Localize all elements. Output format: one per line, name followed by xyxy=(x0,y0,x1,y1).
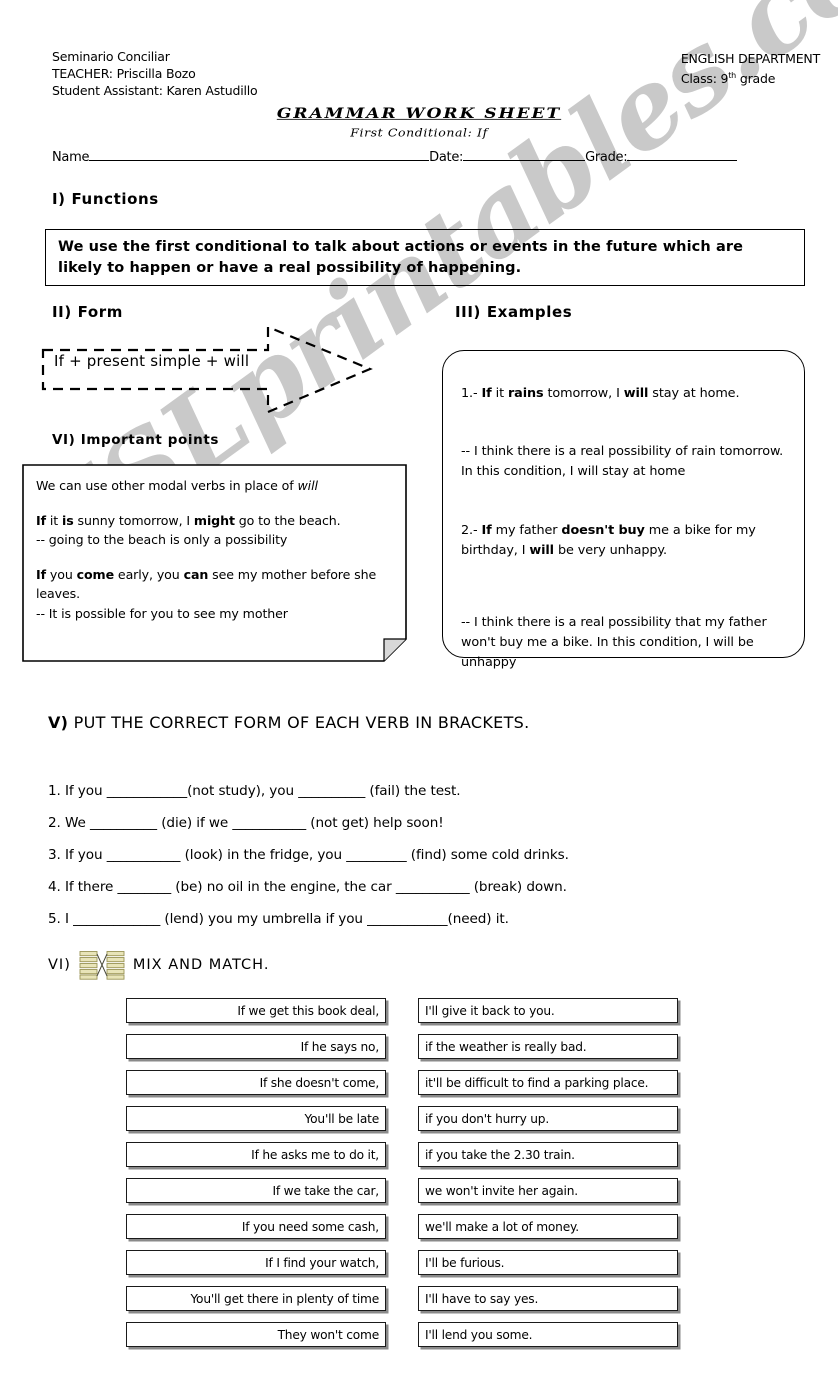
modal-example-2-note: -- It is possible for you to see my moth… xyxy=(36,605,288,621)
modal-example-2: If you come early, you can see my mother… xyxy=(36,566,377,602)
functions-heading: I) Functions xyxy=(52,190,159,208)
date-input-line[interactable] xyxy=(463,150,586,161)
page-title: GRAMMAR WORK SHEET xyxy=(276,105,562,123)
match-right-item[interactable]: it'll be difficult to find a parking pla… xyxy=(418,1070,678,1095)
exercise-item[interactable]: 2. We __________ (die) if we ___________… xyxy=(48,807,748,839)
form-formula-text: If + present simple + will xyxy=(54,352,250,370)
form-heading: II) Form xyxy=(52,303,124,321)
school-name: Seminario Conciliar xyxy=(52,49,170,64)
match-left-item[interactable]: If he asks me to do it, xyxy=(126,1142,386,1167)
example-1: 1.- If it rains tomorrow, I will stay at… xyxy=(461,385,740,401)
form-arrow-shape: If + present simple + will xyxy=(40,322,380,417)
match-left-item[interactable]: If we take the car, xyxy=(126,1178,386,1203)
class-label: Class: 9th grade xyxy=(680,71,776,87)
name-input-line[interactable] xyxy=(89,150,430,161)
match-right-item[interactable]: I'll give it back to you. xyxy=(418,998,678,1023)
mixmatch-heading-number: VI) xyxy=(48,957,71,973)
match-right-item[interactable]: if the weather is really bad. xyxy=(418,1034,678,1059)
match-left-item[interactable]: If he says no, xyxy=(126,1034,386,1059)
mixmatch-heading: VI) MIX AND MATCH. xyxy=(48,950,269,980)
match-right-item[interactable]: we'll make a lot of money. xyxy=(418,1214,678,1239)
match-left-item[interactable]: If I find your watch, xyxy=(126,1250,386,1275)
example-2: 2.- If my father doesn't buy me a bike f… xyxy=(461,522,756,558)
match-right-item[interactable]: I'll be furious. xyxy=(418,1250,678,1275)
match-right-item[interactable]: if you don't hurry up. xyxy=(418,1106,678,1131)
student-info-row: Name Date: Grade: xyxy=(52,150,798,165)
class-ordinal-suffix: th xyxy=(728,71,737,80)
exercise-heading: V) PUT THE CORRECT FORM OF EACH VERB IN … xyxy=(48,713,530,732)
exercise-item[interactable]: 3. If you ___________ (look) in the frid… xyxy=(48,839,748,871)
exercise-item[interactable]: 1. If you ____________(not study), you _… xyxy=(48,775,748,807)
exercise-item[interactable]: 4. If there ________ (be) no oil in the … xyxy=(48,871,748,903)
modal-example-1-note: -- going to the beach is only a possibil… xyxy=(36,532,288,547)
match-right-item[interactable]: we won't invite her again. xyxy=(418,1178,678,1203)
modal-example-1: If it is sunny tomorrow, I might go to t… xyxy=(36,512,341,528)
match-left-item[interactable]: You'll be late xyxy=(126,1106,386,1131)
functions-text: We use the first conditional to talk abo… xyxy=(58,239,744,276)
example-1-note: -- I think there is a real possibility o… xyxy=(461,444,784,480)
match-left-column: If we get this book deal, If he says no,… xyxy=(126,998,386,1358)
exercise-item[interactable]: 5. I _____________ (lend) you my umbrell… xyxy=(48,903,748,935)
page-subtitle: First Conditional: If xyxy=(350,125,488,140)
match-right-item[interactable]: if you take the 2.30 train. xyxy=(418,1142,678,1167)
teacher-name: TEACHER: Priscilla Bozo xyxy=(52,66,196,81)
examples-heading: III) Examples xyxy=(455,303,573,321)
important-points-content: We can use other modal verbs in place of… xyxy=(36,476,391,623)
exercise-list: 1. If you ____________(not study), you _… xyxy=(48,775,748,935)
mix-and-match-icon xyxy=(79,951,125,980)
important-points-box: We can use other modal verbs in place of… xyxy=(22,464,407,662)
grade-input-line[interactable] xyxy=(627,150,738,161)
important-points-heading: VI) Important points xyxy=(52,432,220,448)
mixmatch-heading-text: MIX AND MATCH. xyxy=(132,957,270,973)
grade-label: Grade: xyxy=(585,150,628,165)
match-left-item[interactable]: You'll get there in plenty of time xyxy=(126,1286,386,1311)
name-label: Name xyxy=(52,150,90,165)
match-left-item[interactable]: If we get this book deal, xyxy=(126,998,386,1023)
match-left-item[interactable]: If she doesn't come, xyxy=(126,1070,386,1095)
date-label: Date: xyxy=(429,150,464,165)
department-label: ENGLISH DEPARTMENT xyxy=(680,51,820,66)
example-2-note: -- I think there is a real possibility t… xyxy=(461,614,767,670)
match-right-item[interactable]: I'll have to say yes. xyxy=(418,1286,678,1311)
title-block: GRAMMAR WORK SHEET First Conditional: If xyxy=(0,104,838,142)
assistant-name: Student Assistant: Karen Astudillo xyxy=(52,83,258,98)
match-left-item[interactable]: If you need some cash, xyxy=(126,1214,386,1239)
functions-box: We use the first conditional to talk abo… xyxy=(45,229,805,286)
examples-content: 1.- If it rains tomorrow, I will stay at… xyxy=(461,384,786,673)
match-right-item[interactable]: I'll lend you some. xyxy=(418,1322,678,1347)
worksheet-page: Seminario Conciliar TEACHER: Priscilla B… xyxy=(0,0,838,1389)
modal-intro-line: We can use other modal verbs in place of… xyxy=(36,478,318,493)
header-right-block: ENGLISH DEPARTMENT Class: 9th grade xyxy=(681,50,820,87)
header-left-block: Seminario Conciliar TEACHER: Priscilla B… xyxy=(52,48,258,99)
match-right-column: I'll give it back to you. if the weather… xyxy=(418,998,678,1358)
match-left-item[interactable]: They won't come xyxy=(126,1322,386,1347)
examples-box: 1.- If it rains tomorrow, I will stay at… xyxy=(442,350,805,670)
